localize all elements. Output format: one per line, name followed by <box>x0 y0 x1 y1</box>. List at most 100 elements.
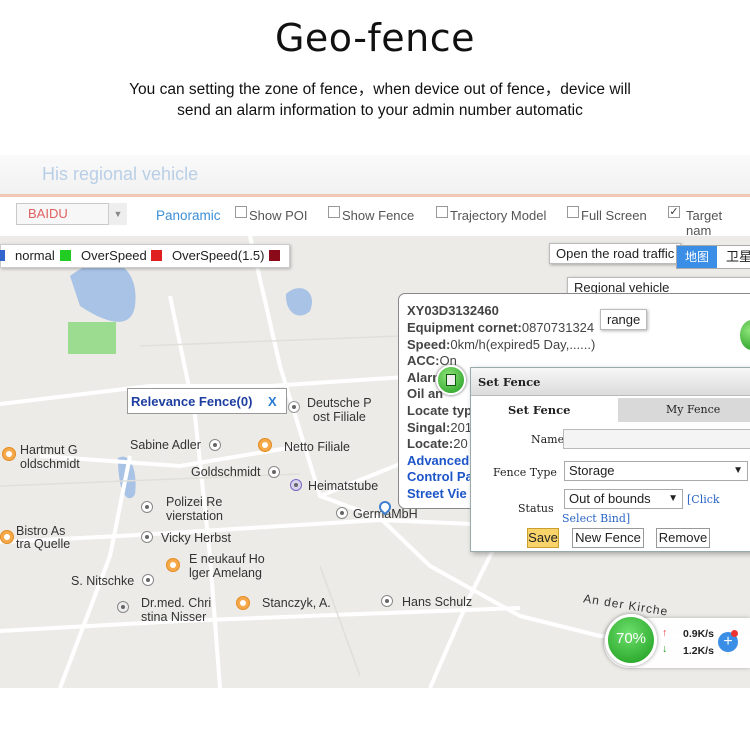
map-type-satellite-button[interactable]: 卫星 <box>719 246 750 268</box>
download-arrow-icon: ↓ <box>662 643 668 655</box>
equipment-cornet-value: 0870731324 <box>521 320 595 335</box>
chevron-down-icon: ▼ <box>733 465 743 476</box>
fence-type-select[interactable]: Storage ▼ <box>564 461 748 481</box>
full-screen-checkbox[interactable] <box>567 206 579 218</box>
status-value: Out of bounds <box>569 491 651 506</box>
poi-label: Hartmut G <box>20 443 78 457</box>
poi-label: E neukauf Ho <box>189 552 265 566</box>
poi-label: Stanczyk, A. <box>262 596 331 610</box>
new-fence-button[interactable]: New Fence <box>572 528 644 548</box>
show-poi-checkbox[interactable] <box>235 206 247 218</box>
close-icon[interactable]: X <box>268 394 277 409</box>
status-select[interactable]: Out of bounds ▼ <box>564 489 683 509</box>
legend-overspeed-15-label: OverSpeed(1.5) <box>172 248 265 263</box>
locate-type-label: Locate typ <box>407 403 473 418</box>
notification-dot-icon <box>731 630 738 637</box>
show-poi-label: Show POI <box>249 208 308 223</box>
legend-swatch-normal <box>60 250 71 261</box>
fence-type-label: Fence Type <box>493 466 557 479</box>
restaurant-icon <box>166 558 180 572</box>
fence-tool-icon[interactable] <box>436 365 466 395</box>
locate-label: Locate: <box>407 436 454 451</box>
tab-my-fence-label: My Fence <box>666 403 721 416</box>
poi-label: Sabine Adler <box>130 438 201 452</box>
chevron-down-icon[interactable]: ▼ <box>108 203 127 225</box>
street-view-link[interactable]: Street Vie <box>407 486 467 501</box>
trajectory-model-checkbox[interactable] <box>436 206 448 218</box>
click-hint[interactable]: [Click <box>687 493 720 506</box>
equipment-cornet-row: Equipment cornet:0870731324 <box>407 320 594 335</box>
legend-normal-label: normal <box>15 248 55 263</box>
poi-label: S. Nitschke <box>71 574 135 588</box>
page-title: Geo-fence <box>274 16 476 60</box>
legend-overspeed-label: OverSpeed <box>81 248 147 263</box>
control-panel-link[interactable]: Control Pa <box>407 469 473 484</box>
poi-label: Hans Schulz <box>402 595 473 609</box>
select-bind-link[interactable]: Select Bind] <box>562 512 630 525</box>
full-screen-label: Full Screen <box>581 208 647 223</box>
post-office-icon <box>288 401 300 413</box>
poi-label: Vicky Herbst <box>161 531 231 545</box>
poi-label: stina Nisser <box>141 610 207 624</box>
poi-label: Goldschmidt <box>191 465 261 479</box>
speed-value: 0km/h(expired5 Day,......) <box>450 337 596 352</box>
signal-value: 201 <box>450 420 473 435</box>
fence-type-value: Storage <box>569 463 615 478</box>
restaurant-icon <box>258 438 272 452</box>
map-type-map-button[interactable]: 地图 <box>677 246 717 268</box>
signal-row: Singal:201 <box>407 420 472 435</box>
panoramic-link[interactable]: Panoramic <box>156 208 221 223</box>
hospital-icon <box>117 601 129 613</box>
subtitle-line-1: You can setting the zone of fence，when d… <box>129 81 631 98</box>
tab-set-fence-label: Set Fence <box>508 403 571 417</box>
app-heading: His regional vehicle <box>42 164 199 184</box>
location-dot-icon <box>268 466 280 478</box>
target-name-label: Target nam <box>686 208 723 238</box>
poi-label: Netto Filiale <box>284 440 350 454</box>
location-dot-icon <box>142 574 154 586</box>
upload-speed: 0.9K/s <box>683 628 714 640</box>
memory-usage-percent: 70% <box>615 630 647 647</box>
speed-row: Speed:0km/h(expired5 Day,......) <box>407 337 595 352</box>
locate-value: 20 <box>453 436 468 451</box>
restaurant-icon <box>2 447 16 461</box>
advanced-link[interactable]: Advanced <box>407 453 469 468</box>
subtitle-line-2: send an alarm information to your admin … <box>177 102 583 119</box>
trajectory-model-label: Trajectory Model <box>450 208 547 223</box>
music-icon <box>290 479 302 491</box>
poi-label: vierstation <box>166 509 223 523</box>
fence-name-input[interactable] <box>563 429 750 449</box>
save-button[interactable]: Save <box>527 528 559 548</box>
poi-label: oldschmidt <box>20 457 80 471</box>
signal-label: Singal: <box>407 420 451 435</box>
legend-swatch-first <box>0 250 5 261</box>
location-dot-icon <box>381 595 393 607</box>
poi-label: Bistro As <box>16 524 66 538</box>
target-name-checkbox[interactable]: ✓ <box>668 206 680 218</box>
poi-label: Dr.med. Chri <box>141 596 212 610</box>
location-dot-icon <box>336 507 348 519</box>
location-dot-icon <box>209 439 221 451</box>
show-fence-label: Show Fence <box>342 208 415 223</box>
open-road-traffic-button[interactable]: Open the road traffic <box>549 243 682 264</box>
upload-arrow-icon: ↑ <box>662 627 668 639</box>
speed-label: Speed: <box>407 337 451 352</box>
status-label: Status <box>518 502 554 515</box>
relevance-fence-label[interactable]: Relevance Fence(0) <box>131 394 252 409</box>
legend-swatch-overspeed-15 <box>269 250 280 261</box>
fence-name-label: Name <box>531 433 565 446</box>
restaurant-icon <box>0 530 14 544</box>
show-fence-checkbox[interactable] <box>328 206 340 218</box>
restaurant-icon <box>236 596 250 610</box>
set-fence-title: Set Fence <box>478 375 541 389</box>
locate-row: Locate:20 <box>407 436 468 451</box>
legend-swatch-overspeed <box>151 250 162 261</box>
equipment-cornet-label: Equipment cornet: <box>407 320 522 335</box>
range-button[interactable]: range <box>600 309 648 330</box>
remove-button[interactable]: Remove <box>656 528 710 548</box>
poi-label: Deutsche P <box>307 396 372 410</box>
chevron-down-icon: ▼ <box>668 493 678 504</box>
page-subtitle: You can setting the zone of fence，when d… <box>60 79 700 121</box>
download-speed: 1.2K/s <box>683 645 714 657</box>
acc-label: ACC: <box>407 353 440 368</box>
